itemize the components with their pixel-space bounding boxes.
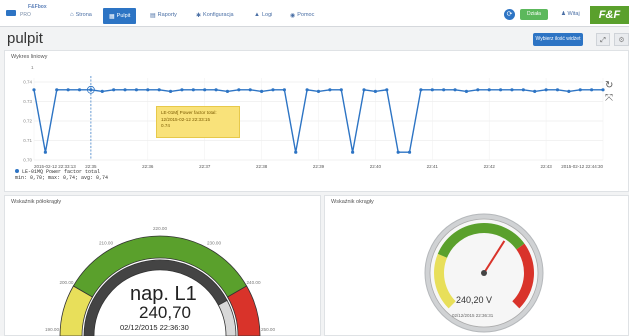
- gauge2-hub: [481, 270, 487, 276]
- gauge1-tick-label: 230.00: [207, 240, 221, 245]
- gauges-graphic: 190.00 200.00 210.00 220.00 230.00 240.00 250.…: [45, 213, 544, 336]
- gauge1-tick-label: 220.00: [153, 226, 167, 231]
- gauge2-date: 02/12/2015 22:36:31: [452, 313, 494, 318]
- gauge1-tick-label: 200.00: [59, 280, 73, 285]
- gauge2-value: 240,20 V: [456, 295, 493, 305]
- gauge1-date: 02/12/2015 22:36:30: [120, 323, 189, 332]
- gauge1-value: 240,70: [139, 303, 191, 322]
- gauge1-tick-label: 240.00: [246, 280, 260, 285]
- gauge1-tick-label: 190.00: [45, 327, 59, 332]
- gauge1-tick-label: 250.00: [261, 327, 275, 332]
- gauge1-tick-label: 210.00: [99, 240, 113, 245]
